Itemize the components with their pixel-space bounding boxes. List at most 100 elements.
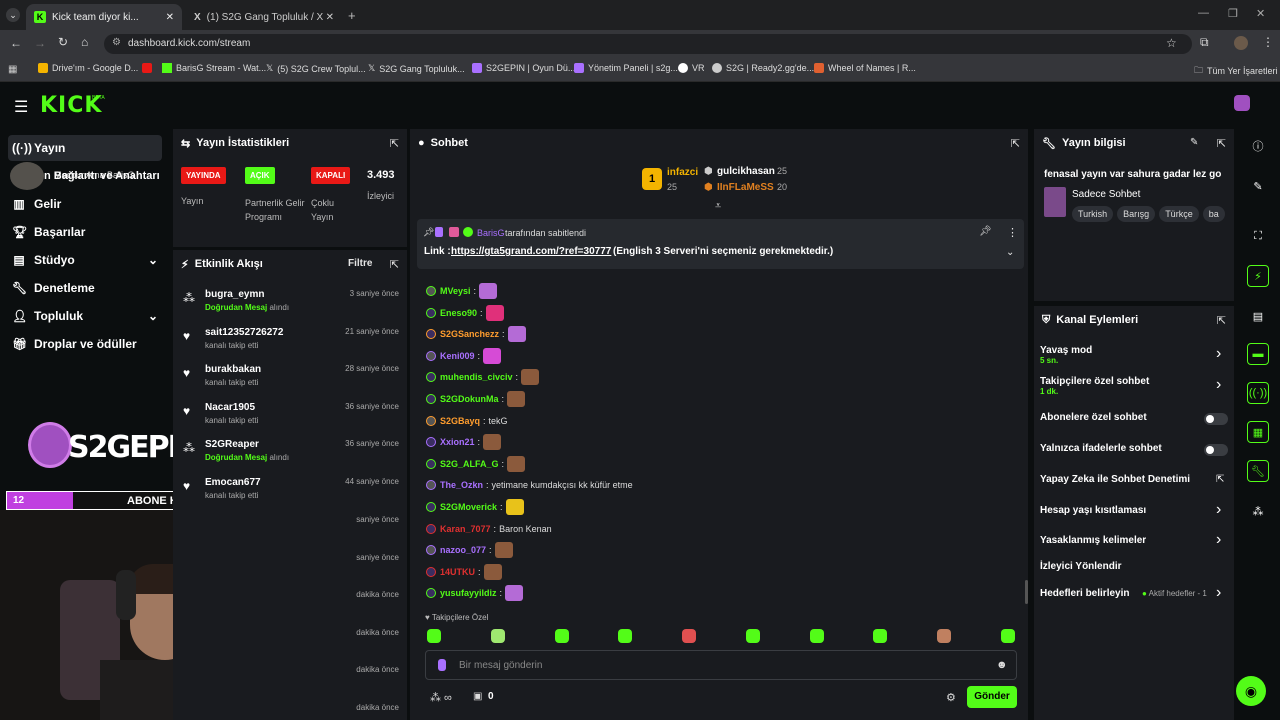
apps-icon[interactable]: ▦ (8, 64, 17, 75)
quick-emote-icon[interactable] (427, 629, 441, 643)
chat-message[interactable]: nazoo_077: (426, 541, 513, 559)
external-link-icon[interactable]: ⇱ (1216, 474, 1224, 485)
chevron-right-icon[interactable]: › (1216, 584, 1221, 602)
gift-icon[interactable]: ▣ (473, 691, 482, 702)
community-icon[interactable]: ⁂ (1247, 500, 1269, 522)
chevron-right-icon[interactable]: › (1216, 531, 1221, 549)
chevron-down-icon[interactable]: ⌄ (1006, 247, 1014, 258)
unpin-icon[interactable]: 📌︎ (979, 226, 992, 237)
popout-icon[interactable]: ⇱ (390, 137, 399, 150)
chat-message[interactable]: S2G_ALFA_G: (426, 455, 526, 473)
send-button[interactable]: Gönder (967, 686, 1017, 708)
bolt-icon[interactable]: ⚡︎ (1247, 265, 1269, 287)
chat-username[interactable]: yusufayyildiz (440, 588, 497, 598)
chat-input[interactable]: Bir mesaj gönderin ☻ (425, 650, 1017, 680)
activity-event[interactable]: ♥ Emocan677 kanalı takip etti 44 saniye önc… (173, 477, 407, 513)
tab-x[interactable]: X (1) S2G Gang Topluluk / X ✕ (186, 4, 342, 30)
activity-event[interactable]: ♥ sait12352726272 kanalı takip etti 21 sani… (173, 327, 407, 363)
chat-message[interactable]: 14UTKU: (426, 563, 502, 581)
emote-icon[interactable] (507, 326, 526, 343)
chat-username[interactable]: S2G_ALFA_G (440, 459, 499, 469)
forward-icon[interactable]: → (34, 36, 46, 50)
nav-item-studyo[interactable]: ▤ Stüdyo ⌄ (8, 248, 162, 272)
chat-username[interactable]: S2GMoverick (440, 502, 497, 512)
popout-icon[interactable]: ⇱ (1011, 137, 1020, 150)
url-field[interactable]: ⚙ dashboard.kick.com/stream ☆ (104, 34, 1192, 54)
nav-item-yayin[interactable]: ((·)) Yayın (8, 136, 162, 160)
all-bookmarks[interactable]: 🗀 Tüm Yer İşaretleri (1194, 63, 1278, 79)
points-icon[interactable]: ⁂ ∞ (430, 691, 452, 704)
chevron-right-icon[interactable]: › (1216, 501, 1221, 519)
filter-button[interactable]: Filtre (348, 258, 372, 269)
quick-emote-icon[interactable] (1001, 629, 1015, 643)
category-name[interactable]: Sadece Sohbet (1072, 189, 1140, 200)
emote-icon[interactable] (505, 585, 524, 602)
quick-emote-icon[interactable] (937, 629, 951, 643)
chat-message[interactable]: muhendis_civciv: (426, 368, 540, 386)
chat-username[interactable]: Xxion21 (440, 437, 475, 447)
wrench-icon[interactable]: 🔧︎ (1247, 460, 1269, 482)
popout-icon[interactable]: ⇱ (390, 258, 399, 271)
quick-emote-icon[interactable] (873, 629, 887, 643)
emote-icon[interactable] (521, 369, 540, 386)
chat-username[interactable]: MVeysi (440, 286, 471, 296)
site-info-icon[interactable]: ⚙ (112, 37, 121, 48)
tag[interactable]: ba (1202, 206, 1225, 222)
chat-message[interactable]: Keni009: (426, 347, 502, 365)
quick-emote-icon[interactable] (491, 629, 505, 643)
chat-scrollbar[interactable] (1025, 580, 1028, 604)
tab-search-button[interactable]: ⌄ (6, 8, 20, 22)
chevron-down-icon[interactable]: ⌄ (148, 253, 158, 267)
emote-icon[interactable] (505, 499, 524, 515)
quick-emote-icon[interactable] (746, 629, 760, 643)
quick-emote-icon[interactable] (810, 629, 824, 643)
channel-action[interactable]: Yapay Zeka ile Sohbet Denetimi (1040, 474, 1190, 485)
tab-kick[interactable]: K Kick team diyor ki... ✕ (26, 4, 182, 30)
chat-username[interactable]: The_Ozkn (440, 480, 483, 490)
home-icon[interactable]: ⌂ (81, 35, 88, 49)
minimize-icon[interactable]: — (1198, 7, 1209, 19)
chat-message[interactable]: MVeysi: (426, 282, 498, 300)
emote-icon[interactable] (483, 563, 502, 580)
chat-message[interactable]: Eneso90: (426, 304, 504, 322)
bookmark-item[interactable]: Drive'ım - Google D... (38, 63, 138, 73)
channel-action[interactable]: Yasaklanmış kelimeler (1040, 535, 1146, 546)
chat-message[interactable]: S2GMoverick: (426, 498, 524, 516)
nav-item-topluluk[interactable]: 👤︎ Topluluk ⌄ (8, 304, 162, 328)
top-gifter-name[interactable]: IInFLaMeSS (717, 182, 774, 193)
nav-item-basarilar[interactable]: 🏆︎ Başarılar (8, 220, 162, 244)
chat-username[interactable]: Karan_7077 (440, 524, 491, 534)
channel-action[interactable]: Hesap yaşı kısıtlaması (1040, 505, 1146, 516)
close-window-icon[interactable]: ✕ (1256, 7, 1265, 20)
chat-username[interactable]: S2GSanchezz (440, 329, 499, 339)
bookmark-item[interactable]: Yönetim Paneli | s2g... (574, 63, 678, 73)
activity-event[interactable]: ⁂ S2GReaper Doğrudan Mesaj alındı 36 saniye… (173, 439, 407, 475)
expand-icon[interactable]: ⩡ (715, 200, 721, 213)
chevron-down-icon[interactable]: ⌄ (148, 309, 158, 323)
chevron-right-icon[interactable]: › (1216, 376, 1221, 394)
back-icon[interactable]: ← (10, 36, 22, 50)
channel-action[interactable]: Yalnızca ifadelerle sohbet (1040, 443, 1162, 454)
chat-message[interactable]: S2GSanchezz: (426, 325, 526, 343)
nav-item-droplar[interactable]: 🎁︎ Droplar ve ödüller (8, 332, 162, 356)
channel-action[interactable]: İzleyici Yönlendir (1040, 561, 1122, 572)
channel-action[interactable]: Yavaş mod 5 sn. (1040, 345, 1092, 365)
broadcast-icon[interactable]: ((·)) (1247, 382, 1269, 404)
tag[interactable]: Barışg (1117, 206, 1156, 222)
nav-item-gelir[interactable]: ▥ Gelir (8, 192, 162, 216)
bookmark-item[interactable]: S2GEPIN | Oyun Dü... (472, 63, 575, 73)
close-tab-icon[interactable]: ✕ (326, 12, 334, 23)
new-tab-icon[interactable]: + (348, 8, 356, 23)
bookmark-item[interactable]: 𝕏 (5) S2G Crew Toplul... (266, 63, 366, 74)
chat-username[interactable]: nazoo_077 (440, 545, 486, 555)
chat-username[interactable]: Keni009 (440, 351, 475, 361)
emote-icon[interactable] (479, 283, 498, 299)
top-gifter-name[interactable]: gulcikhasan (717, 166, 775, 177)
fullscreen-icon[interactable]: ⛶ (1247, 225, 1269, 247)
emote-icon[interactable] (483, 434, 502, 451)
bookmark-item[interactable]: Wheel of Names | R... (814, 63, 916, 73)
bookmark-item[interactable]: 𝕏 S2G Gang Topluluk... (368, 63, 465, 74)
chat-settings-icon[interactable]: ⚙ (946, 691, 956, 704)
hamburger-menu-icon[interactable]: ☰ (14, 97, 28, 117)
bookmark-item[interactable]: S2G | Ready2.gg'de... (712, 63, 814, 73)
